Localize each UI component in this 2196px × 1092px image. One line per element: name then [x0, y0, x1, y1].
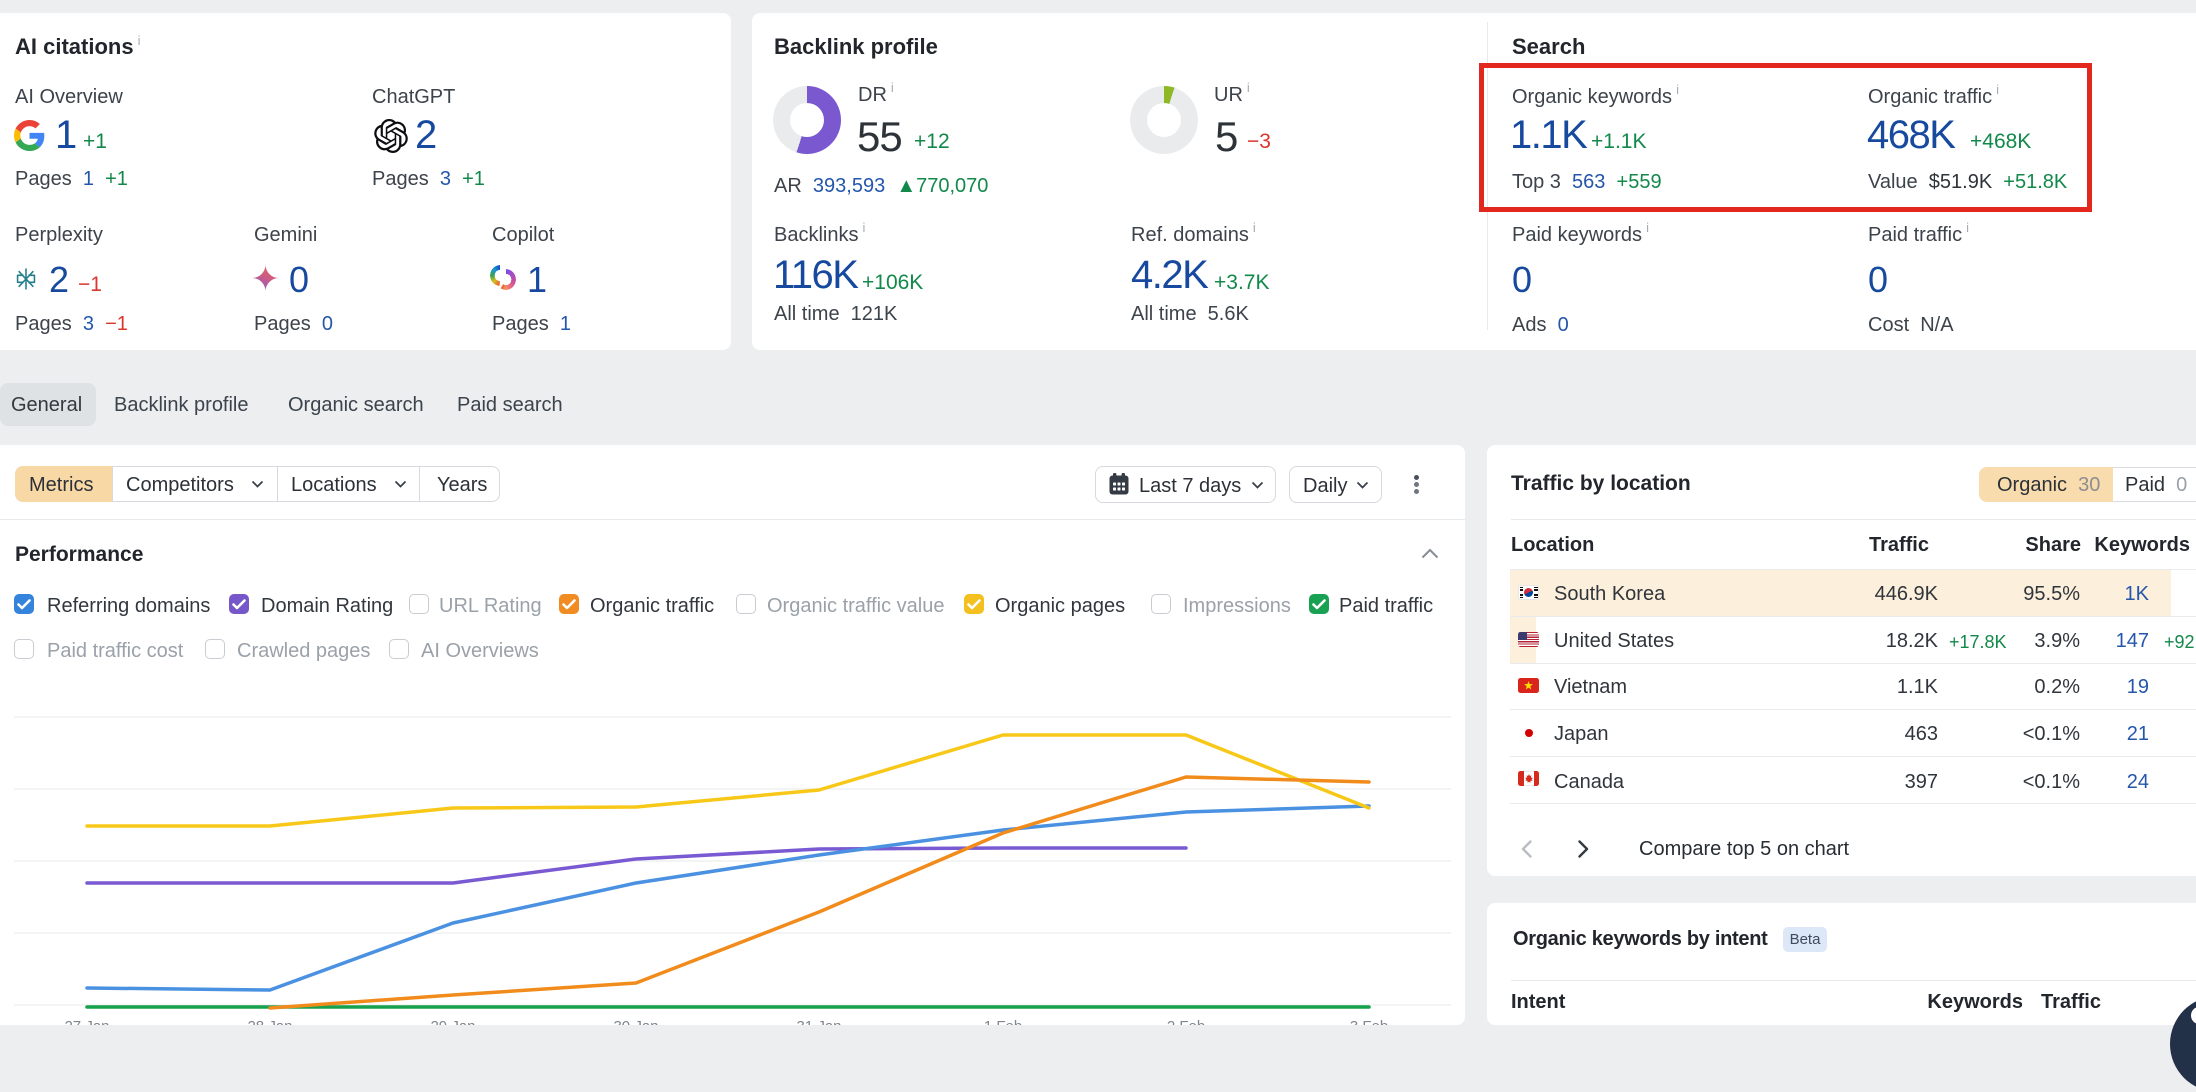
svg-text:27 Jan: 27 Jan — [64, 1018, 109, 1025]
svg-text:2 Feb: 2 Feb — [1167, 1018, 1205, 1025]
svg-text:31 Jan: 31 Jan — [796, 1018, 841, 1025]
svg-text:1 Feb: 1 Feb — [984, 1018, 1022, 1025]
svg-text:30 Jan: 30 Jan — [613, 1018, 658, 1025]
svg-text:29 Jan: 29 Jan — [430, 1018, 475, 1025]
svg-text:3 Feb: 3 Feb — [1350, 1018, 1388, 1025]
svg-text:28 Jan: 28 Jan — [247, 1018, 292, 1025]
